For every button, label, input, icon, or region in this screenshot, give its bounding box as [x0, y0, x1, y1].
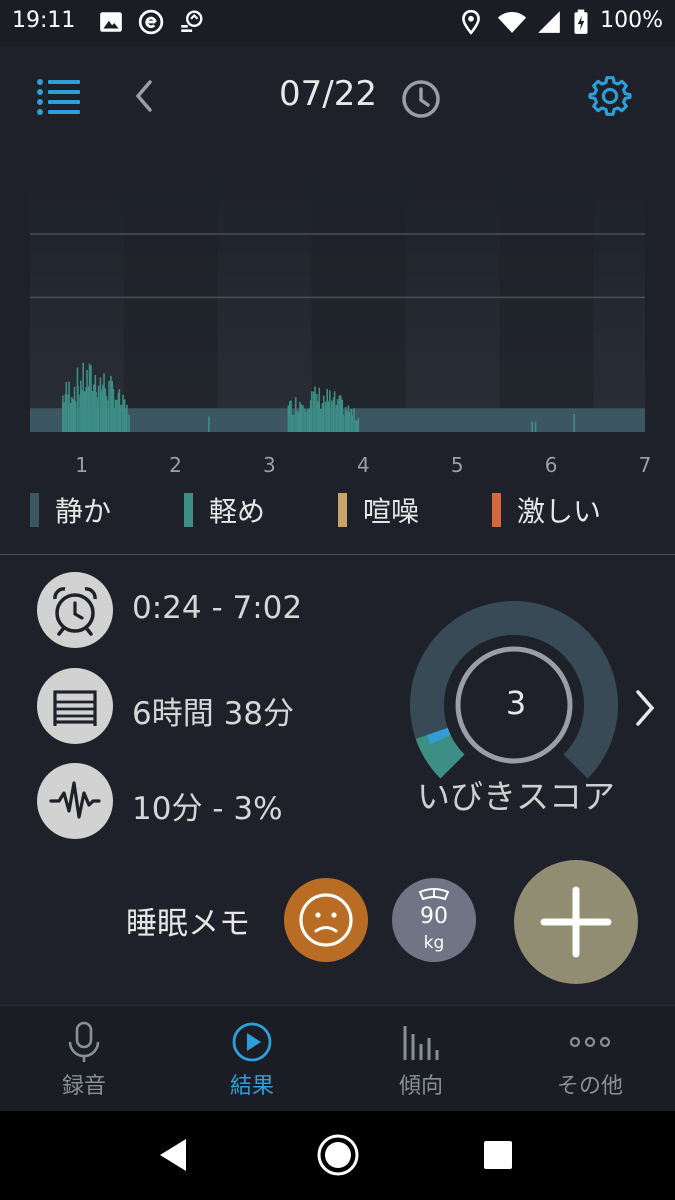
hour-band — [593, 170, 645, 432]
microphone-icon — [68, 1021, 100, 1062]
more-dots-icon — [570, 1036, 610, 1048]
x-tick-label: 7 — [639, 453, 652, 477]
tab-results[interactable]: 結果 — [168, 1006, 336, 1112]
snore-score-value: 3 — [505, 684, 527, 722]
alarm-clock-icon — [37, 572, 113, 648]
header: 07/22 — [0, 46, 675, 146]
status-time: 19:11 — [12, 8, 76, 33]
legend-noisy-label: 喧噪 — [363, 495, 420, 528]
date-label: 07/22 — [279, 74, 377, 114]
sync-icon — [181, 10, 203, 32]
x-tick-label: 3 — [263, 453, 276, 477]
mood-button[interactable] — [284, 878, 368, 962]
snore-score-label: いびきスコア — [417, 777, 615, 816]
hour-band — [311, 170, 406, 432]
legend-noisy-swatch — [338, 493, 347, 527]
section-divider — [0, 554, 675, 555]
location-icon — [462, 9, 480, 35]
legend-quiet-swatch — [30, 493, 39, 527]
add-memo-button[interactable] — [514, 860, 638, 984]
system-home-icon[interactable] — [316, 1133, 360, 1177]
snore-duration: 10分 - 3% — [132, 791, 283, 827]
tab-more-label: その他 — [556, 1074, 623, 1099]
legend-noisy: 喧噪 — [338, 488, 419, 532]
gear-icon[interactable] — [588, 74, 632, 118]
sleep-time-range: 0:24 - 7:02 — [132, 590, 303, 626]
legend-loud-swatch — [492, 493, 501, 527]
hour-bands — [30, 170, 645, 432]
hour-band — [123, 170, 218, 432]
clock-icon[interactable] — [400, 78, 442, 120]
sad-face-icon — [299, 893, 353, 947]
system-back-icon[interactable] — [152, 1133, 196, 1177]
x-tick-label: 1 — [75, 453, 88, 477]
image-icon — [100, 12, 122, 32]
hour-band — [405, 170, 500, 432]
hour-band — [217, 170, 312, 432]
legend-quiet-label: 静か — [55, 495, 112, 528]
status-bar: 19:11 100% — [0, 0, 675, 46]
hour-band — [499, 170, 594, 432]
signal-icon — [538, 11, 560, 33]
system-recents-icon[interactable] — [476, 1133, 520, 1177]
battery-percent: 100% — [600, 8, 663, 33]
weight-value: 90 — [420, 904, 448, 929]
tab-record[interactable]: 録音 — [0, 1006, 168, 1112]
tab-more[interactable]: その他 — [506, 1006, 674, 1112]
legend-light: 軽め — [184, 488, 265, 532]
bottom-navigation: 録音 結果 傾向 その他 — [0, 1005, 675, 1111]
chart-legend: 静か 軽め 喧噪 激しい — [0, 488, 675, 532]
menu-list-icon[interactable] — [36, 76, 82, 116]
e-app-icon — [138, 9, 164, 35]
sleep-memo-label: 睡眠メモ — [126, 906, 250, 942]
wifi-icon — [497, 11, 527, 33]
bar-chart-icon — [403, 1026, 439, 1060]
legend-quiet: 静か — [30, 488, 111, 532]
play-circle-icon — [232, 1022, 272, 1062]
legend-loud: 激しい — [492, 488, 601, 532]
battery-icon — [574, 9, 588, 34]
weight-unit: kg — [423, 933, 445, 953]
tab-record-label: 録音 — [61, 1074, 106, 1099]
x-tick-label: 6 — [545, 453, 558, 477]
legend-light-label: 軽め — [209, 495, 266, 528]
x-axis-ticks: 1 2 3 4 5 6 7 — [75, 453, 651, 477]
legend-loud-label: 激しい — [517, 495, 602, 528]
waveform-icon — [37, 763, 113, 839]
tab-results-label: 結果 — [229, 1074, 274, 1099]
chevron-left-icon[interactable] — [128, 76, 160, 116]
bed-icon — [37, 668, 113, 744]
chevron-right-icon[interactable] — [630, 686, 660, 730]
x-tick-label: 5 — [451, 453, 464, 477]
sleep-duration: 6時間 38分 — [132, 696, 295, 732]
system-navigation-bar — [0, 1111, 675, 1200]
plus-icon — [540, 886, 612, 958]
x-tick-label: 4 — [357, 453, 370, 477]
chart-svg: 1 2 3 4 5 6 7 — [30, 170, 651, 477]
tab-trends-label: 傾向 — [398, 1074, 443, 1099]
tab-trends[interactable]: 傾向 — [337, 1006, 505, 1112]
legend-light-swatch — [184, 493, 193, 527]
x-tick-label: 2 — [169, 453, 182, 477]
